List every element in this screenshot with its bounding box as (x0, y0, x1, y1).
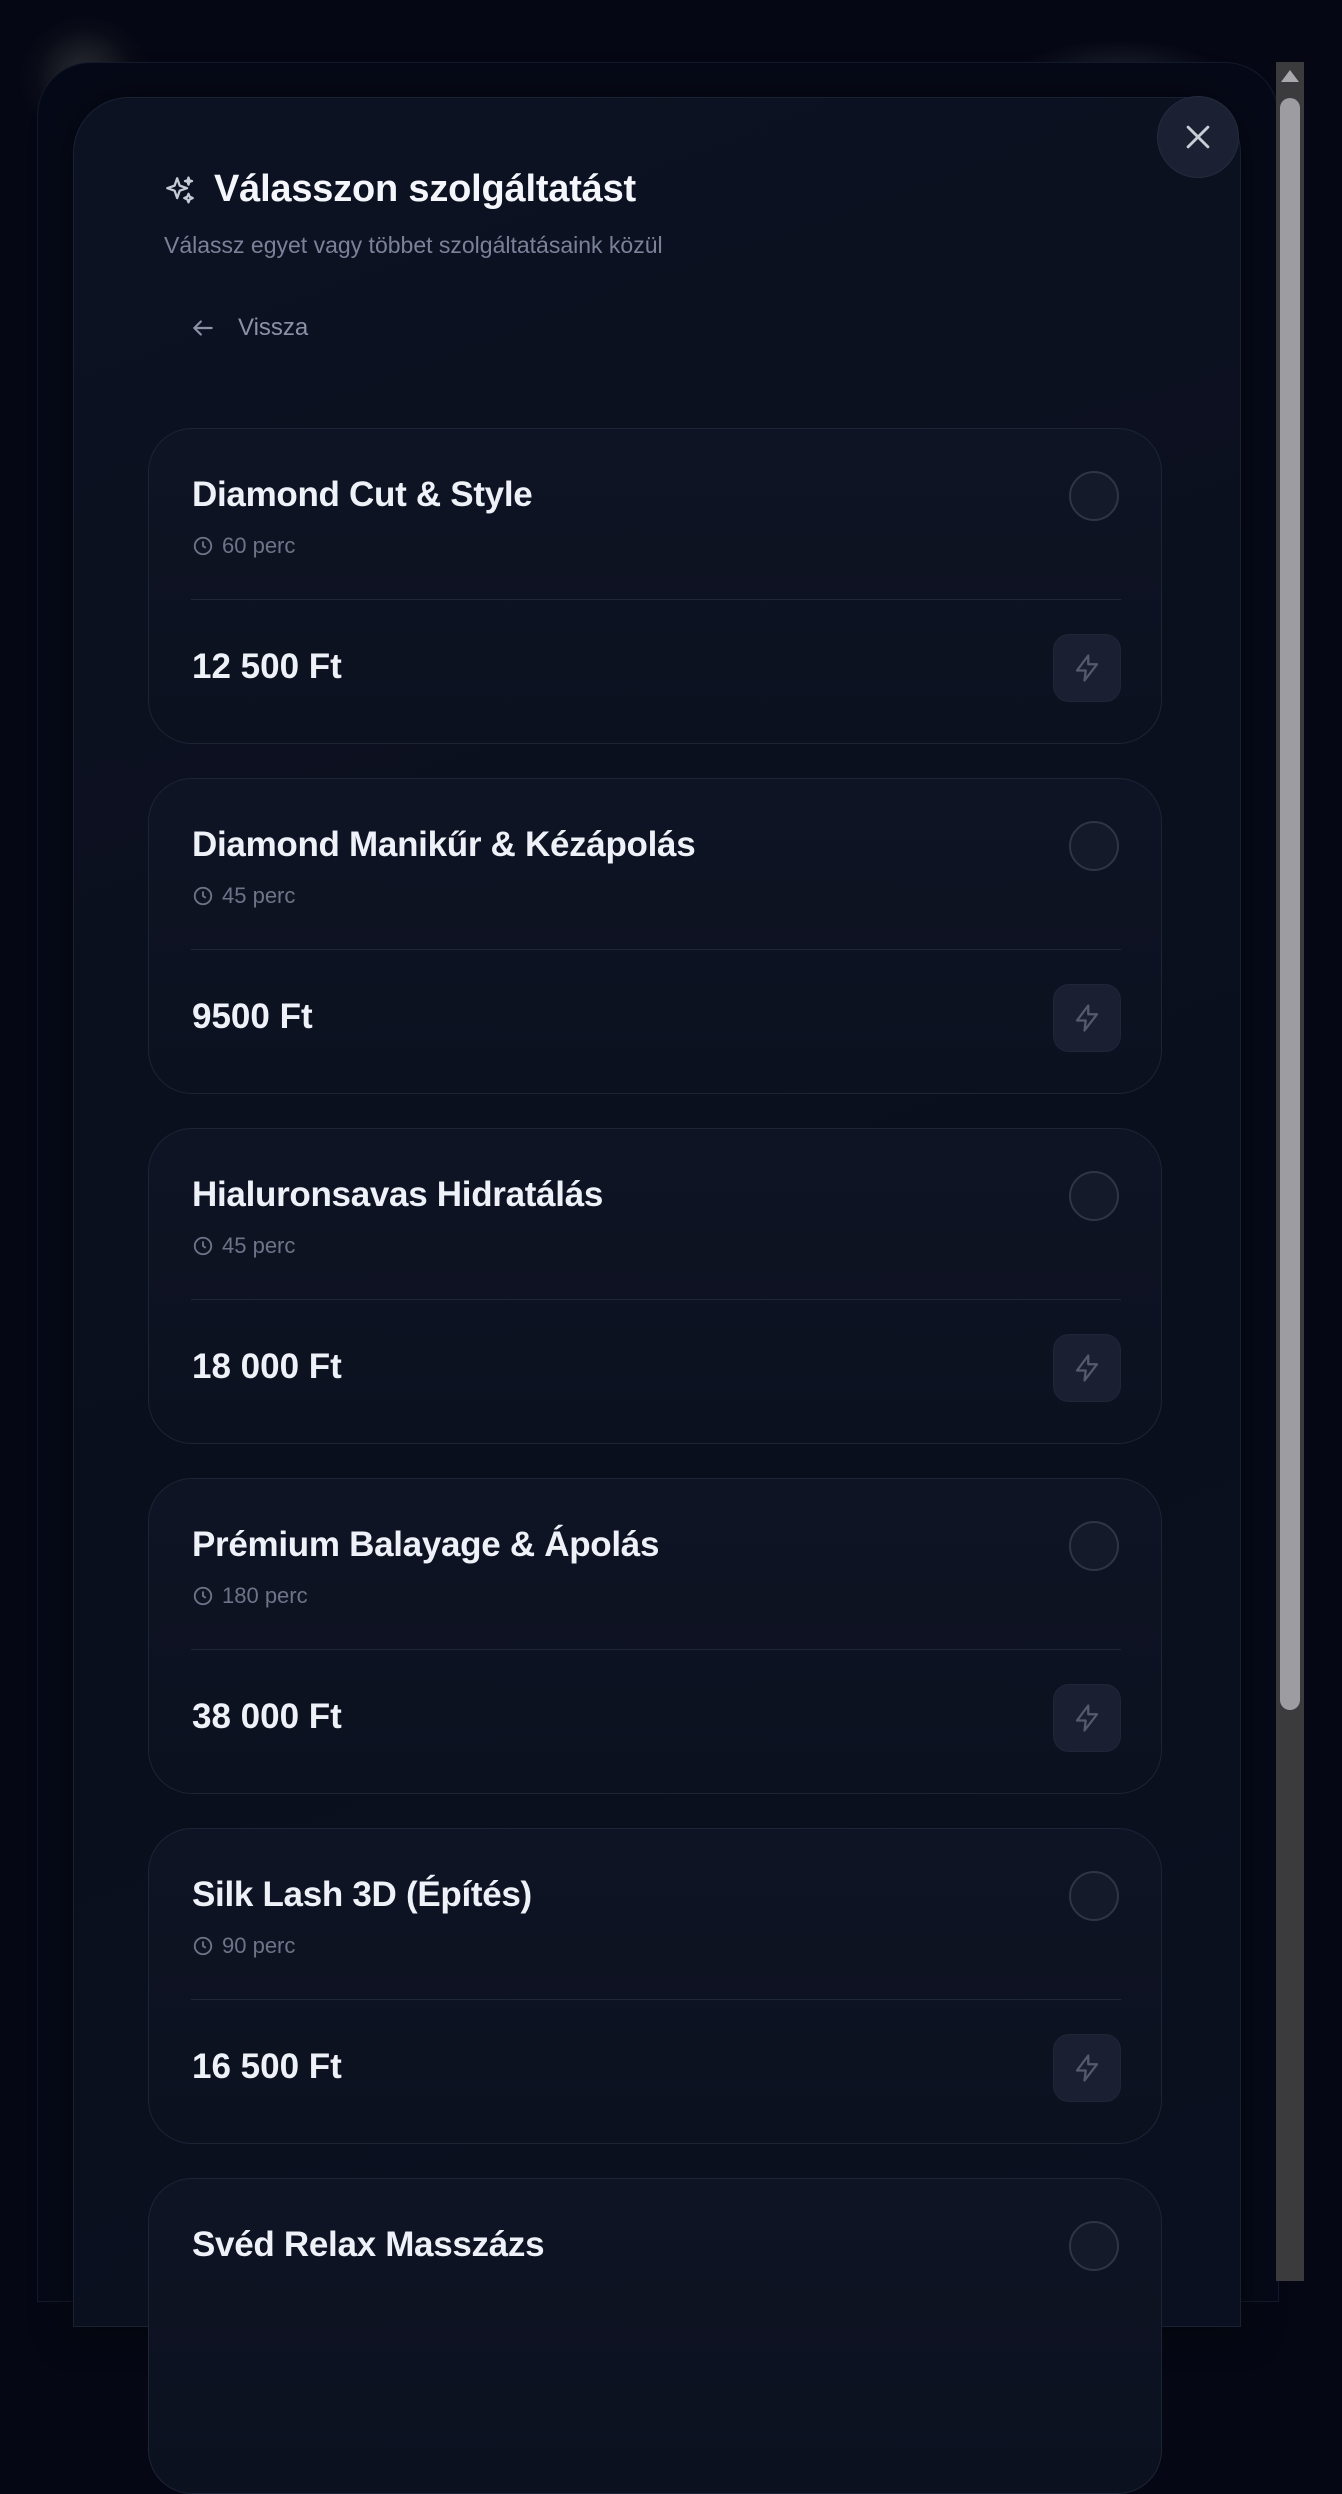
modal-subtitle: Válassz egyet vagy többet szolgáltatásai… (164, 232, 663, 258)
service-name: Diamond Manikűr & Kézápolás (192, 825, 696, 864)
back-button[interactable]: Vissza (190, 308, 308, 348)
clock-icon (193, 1236, 213, 1256)
quick-book-button[interactable] (1053, 634, 1121, 702)
card-divider (191, 949, 1121, 950)
scrollbar-thumb[interactable] (1280, 98, 1300, 1710)
service-card[interactable]: Diamond Cut & Style 60 perc 12 500 Ft (148, 428, 1162, 744)
service-name: Diamond Cut & Style (192, 475, 533, 514)
service-select-radio[interactable] (1069, 1171, 1119, 1221)
service-duration: 180 perc (192, 1583, 308, 1609)
card-divider (191, 599, 1121, 600)
service-duration-label: 60 perc (222, 533, 296, 558)
service-duration-label: 180 perc (222, 1583, 308, 1608)
service-duration-label: 90 perc (222, 1933, 296, 1958)
quick-book-button[interactable] (1053, 1334, 1121, 1402)
quick-book-button[interactable] (1053, 2034, 1121, 2102)
service-name: Svéd Relax Masszázs (192, 2225, 545, 2264)
service-card[interactable]: Diamond Manikűr & Kézápolás 45 perc 9500… (148, 778, 1162, 1094)
modal-title: Válasszon szolgáltatást (214, 168, 636, 210)
card-divider (191, 1999, 1121, 2000)
service-name: Prémium Balayage & Ápolás (192, 1525, 660, 1564)
quick-book-button[interactable] (1053, 1684, 1121, 1752)
service-duration-label: 45 perc (222, 883, 296, 908)
back-label: Vissza (238, 314, 309, 341)
clock-icon (193, 1586, 213, 1606)
service-select-radio[interactable] (1069, 821, 1119, 871)
scroll-up-arrow-icon[interactable] (1281, 70, 1299, 82)
service-select-radio[interactable] (1069, 1521, 1119, 1571)
service-price: 12 500 Ft (192, 647, 342, 686)
service-duration-label: 45 perc (222, 1233, 296, 1258)
lightning-bolt-icon (1075, 1004, 1099, 1032)
service-card[interactable]: Hialuronsavas Hidratálás 45 perc 18 000 … (148, 1128, 1162, 1444)
clock-icon (193, 1936, 213, 1956)
service-duration: 45 perc (192, 883, 295, 909)
service-select-radio[interactable] (1069, 471, 1119, 521)
service-card[interactable]: Prémium Balayage & Ápolás 180 perc 38 00… (148, 1478, 1162, 1794)
service-price: 16 500 Ft (192, 2047, 342, 2086)
clock-icon (193, 886, 213, 906)
card-divider (191, 1649, 1121, 1650)
service-price: 38 000 Ft (192, 1697, 342, 1736)
arrow-left-icon (193, 320, 213, 336)
lightning-bolt-icon (1075, 2054, 1099, 2082)
lightning-bolt-icon (1075, 1354, 1099, 1382)
service-price: 9500 Ft (192, 997, 313, 1036)
lightning-bolt-icon (1075, 654, 1099, 682)
quick-book-button[interactable] (1053, 984, 1121, 1052)
sparkles-icon (166, 176, 194, 204)
service-duration: 90 perc (192, 1933, 295, 1959)
card-divider (191, 1299, 1121, 1300)
clock-icon (193, 536, 213, 556)
close-icon (1186, 125, 1210, 149)
service-duration: 45 perc (192, 1233, 295, 1259)
close-button[interactable] (1157, 96, 1239, 178)
service-select-radio[interactable] (1069, 1871, 1119, 1921)
service-duration: 60 perc (192, 533, 295, 559)
service-card[interactable]: Silk Lash 3D (Építés) 90 perc 16 500 Ft (148, 1828, 1162, 2144)
service-select-radio[interactable] (1069, 2221, 1119, 2271)
service-name: Silk Lash 3D (Építés) (192, 1875, 532, 1914)
service-name: Hialuronsavas Hidratálás (192, 1175, 604, 1214)
service-price: 18 000 Ft (192, 1347, 342, 1386)
lightning-bolt-icon (1075, 1704, 1099, 1732)
service-card[interactable]: Svéd Relax Masszázs (148, 2178, 1162, 2494)
